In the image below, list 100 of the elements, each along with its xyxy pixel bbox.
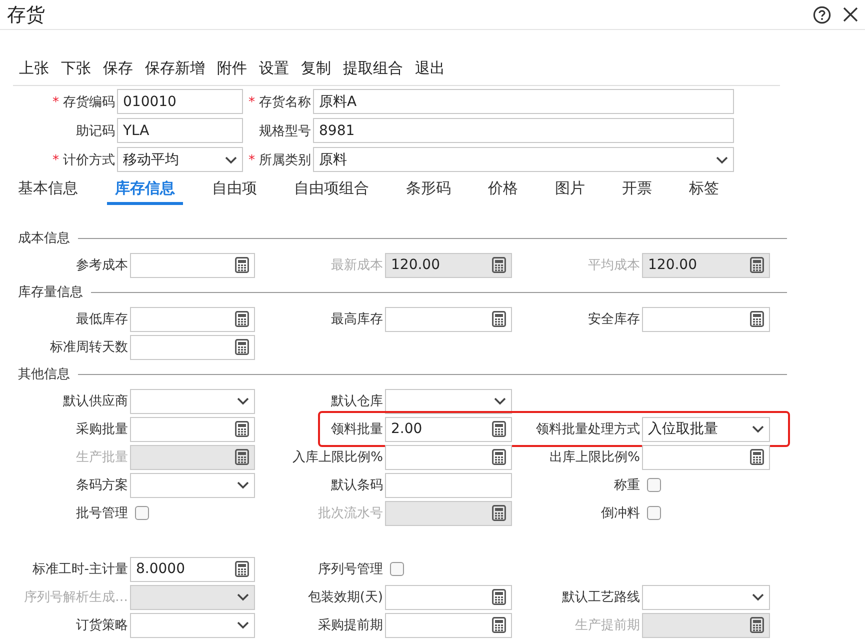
chevron-down-icon[interactable]: [752, 593, 764, 601]
input-field[interactable]: 原料A: [313, 89, 734, 114]
dropdown[interactable]: 入位取批量: [642, 416, 770, 442]
number-field[interactable]: [385, 444, 512, 470]
help-icon[interactable]: [813, 6, 831, 24]
calculator-icon[interactable]: [235, 561, 249, 577]
field-label: 默认工艺路线: [562, 589, 641, 606]
tab[interactable]: 标签: [681, 175, 727, 205]
field-label: 助记码: [76, 124, 115, 138]
field-label: 包装效期(天): [308, 589, 384, 606]
number-field[interactable]: [385, 306, 512, 332]
field-label: 默认供应商: [63, 393, 129, 410]
field-label: 标准工时-主计量: [32, 561, 129, 578]
required-marker: *: [248, 152, 255, 168]
checkbox[interactable]: [647, 478, 661, 492]
toolbar-button[interactable]: 上张: [13, 59, 55, 78]
field-label: 计价方式: [63, 152, 115, 168]
toolbar-button[interactable]: 保存: [97, 59, 139, 78]
toolbar-button[interactable]: 保存新增: [139, 59, 211, 78]
chevron-down-icon[interactable]: [716, 156, 728, 164]
number-field[interactable]: [130, 306, 255, 332]
input-field[interactable]: 8981: [313, 118, 734, 143]
input-field[interactable]: 010010: [117, 89, 243, 114]
field-label: 参考成本: [76, 257, 129, 274]
field-label: 最低库存: [76, 311, 129, 328]
checkbox[interactable]: [647, 506, 661, 520]
field-label: 序列号解析生成…: [24, 589, 129, 606]
toolbar-button[interactable]: 下张: [55, 59, 97, 78]
calculator-icon[interactable]: [492, 449, 506, 465]
calculator-icon[interactable]: [750, 311, 764, 327]
tab[interactable]: 自由项组合: [286, 175, 377, 205]
calculator-icon[interactable]: [235, 339, 249, 355]
number-field[interactable]: 8.0000: [130, 556, 255, 582]
number-field[interactable]: [642, 306, 770, 332]
toolbar-button[interactable]: 附件: [211, 59, 253, 78]
calculator-icon[interactable]: [235, 311, 249, 327]
calculator-icon[interactable]: [492, 421, 506, 437]
chevron-down-icon[interactable]: [237, 621, 249, 629]
dropdown[interactable]: [385, 388, 512, 414]
number-field[interactable]: [130, 252, 255, 278]
field-label: 平均成本: [588, 257, 641, 274]
section-title: 库存量信息: [18, 284, 83, 301]
chevron-down-icon[interactable]: [494, 397, 506, 405]
field-label: 领料批量: [331, 421, 384, 438]
field-label: 生产批量: [76, 449, 129, 466]
field-label: 默认仓库: [331, 393, 384, 410]
checkbox[interactable]: [390, 562, 404, 576]
field-label: 领料批量处理方式: [536, 421, 641, 438]
input-field[interactable]: [385, 472, 512, 498]
calculator-icon[interactable]: [750, 449, 764, 465]
toolbar-button[interactable]: 复制: [295, 59, 337, 78]
number-field[interactable]: [385, 584, 512, 610]
number-field[interactable]: [385, 612, 512, 638]
close-icon[interactable]: [843, 7, 858, 22]
field-label: 订货策略: [76, 617, 129, 634]
checkbox[interactable]: [135, 506, 149, 520]
calculator-icon[interactable]: [235, 421, 249, 437]
field-label: 条码方案: [76, 477, 129, 494]
calculator-icon[interactable]: [492, 617, 506, 633]
tab[interactable]: 库存信息: [107, 175, 183, 205]
required-marker: *: [52, 152, 59, 168]
chevron-down-icon[interactable]: [752, 425, 764, 433]
tab[interactable]: 基本信息: [10, 175, 86, 205]
number-field[interactable]: 2.00: [385, 416, 512, 442]
dropdown[interactable]: 移动平均: [117, 147, 243, 172]
toolbar-button[interactable]: 退出: [409, 59, 451, 78]
number-field[interactable]: [130, 416, 255, 442]
toolbar-button[interactable]: 提取组合: [337, 59, 409, 78]
toolbar-button[interactable]: 设置: [253, 59, 295, 78]
field-label: 采购提前期: [318, 617, 384, 634]
field-label: 入库上限比例%: [292, 449, 384, 466]
tab[interactable]: 条形码: [398, 175, 459, 205]
field-label: 出库上限比例%: [550, 449, 641, 466]
number-field[interactable]: [642, 444, 770, 470]
chevron-down-icon[interactable]: [237, 397, 249, 405]
field-label: 存货名称: [259, 94, 311, 110]
section-title: 成本信息: [18, 230, 70, 247]
number-field[interactable]: [130, 334, 255, 360]
field-label: 称重: [614, 477, 641, 494]
section-title: 其他信息: [18, 366, 70, 383]
calculator-icon[interactable]: [235, 257, 249, 273]
input-field[interactable]: YLA: [117, 118, 243, 143]
chevron-down-icon[interactable]: [225, 156, 237, 164]
field-label: 所属类别: [259, 152, 311, 168]
field-label: 生产提前期: [575, 617, 641, 634]
tab[interactable]: 开票: [614, 175, 660, 205]
calculator-icon[interactable]: [492, 311, 506, 327]
field-label: 默认条码: [331, 477, 384, 494]
dropdown[interactable]: 原料: [313, 147, 734, 172]
field-label: 序列号管理: [318, 561, 384, 578]
tab[interactable]: 图片: [547, 175, 593, 205]
calculator-icon[interactable]: [492, 589, 506, 605]
field-label: 倒冲料: [601, 505, 641, 522]
required-marker: *: [248, 94, 255, 110]
field-label: 规格型号: [259, 124, 311, 138]
tab[interactable]: 价格: [480, 175, 526, 205]
field-label: 存货编码: [63, 94, 115, 110]
chevron-down-icon[interactable]: [237, 481, 249, 489]
field-label: 采购批量: [76, 421, 129, 438]
tab[interactable]: 自由项: [204, 175, 265, 205]
